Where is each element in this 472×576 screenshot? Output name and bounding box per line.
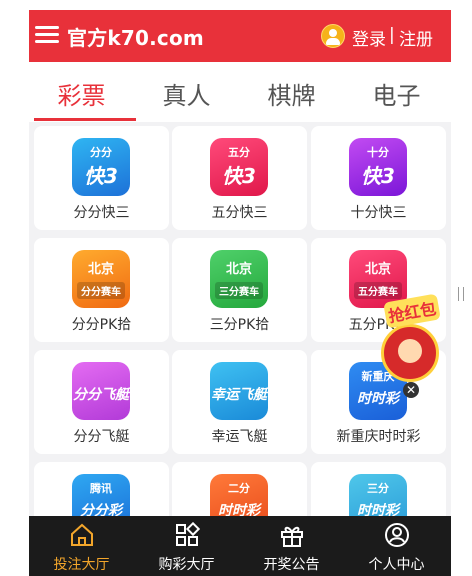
icon-text: 五分	[228, 146, 250, 159]
icon-text: 北京	[87, 262, 114, 277]
pk10-game-icon: 北京 三分赛车	[210, 250, 268, 308]
close-icon[interactable]: ✕	[403, 382, 419, 398]
app-frame: 官方k70.com 登录 | 注册 彩票 真人 棋牌 电子 分分 快3 分分快三…	[29, 10, 451, 576]
nav-label: 购彩大厅	[158, 557, 215, 573]
icon-text: 五分赛车	[354, 282, 402, 299]
menu-icon[interactable]	[35, 26, 59, 44]
tab-live[interactable]: 真人	[134, 76, 239, 111]
user-icon	[385, 523, 409, 547]
red-envelope-promo[interactable]: 抢红包 ✕	[371, 293, 451, 402]
game-card[interactable]: 北京 分分赛车 分分PK拾	[34, 238, 169, 342]
game-label: 十分快三	[350, 205, 407, 221]
home-icon	[71, 523, 93, 546]
icon-text: 二分	[228, 482, 250, 495]
user-avatar-icon[interactable]	[321, 24, 345, 48]
icon-text: 幸运飞艇	[211, 387, 267, 403]
login-link[interactable]: 登录	[352, 25, 386, 50]
site-title: 官方k70.com	[67, 26, 204, 50]
bottom-navigation: 投注大厅 购彩大厅 开奖公告 个人中心	[29, 516, 451, 576]
k3-game-icon: 分分 快3	[72, 138, 130, 196]
icon-text: 分分赛车	[77, 282, 125, 299]
pk10-game-icon: 北京 分分赛车	[72, 250, 130, 308]
tab-electronic[interactable]: 电子	[344, 76, 449, 111]
game-label: 分分飞艇	[73, 429, 130, 445]
game-card[interactable]: 十分 快3 十分快三	[311, 126, 446, 230]
game-label: 五分快三	[211, 205, 268, 221]
icon-text: 十分	[367, 146, 389, 159]
game-label: 分分快三	[73, 205, 130, 221]
icon-text: 三分	[367, 482, 389, 495]
game-card[interactable]: 分分 快3 分分快三	[34, 126, 169, 230]
grid-icon	[176, 522, 200, 546]
icon-text: 快3	[222, 164, 256, 188]
game-card[interactable]: 北京 三分赛车 三分PK拾	[172, 238, 307, 342]
register-link[interactable]: 注册	[399, 25, 433, 50]
login-register-separator: |	[389, 25, 395, 45]
game-label: 幸运飞艇	[211, 429, 268, 445]
nav-label: 投注大厅	[53, 557, 110, 573]
icon-text: 快3	[84, 164, 118, 188]
boat-game-icon: 分分飞艇	[72, 362, 130, 420]
resize-handle[interactable]	[458, 287, 464, 301]
game-label: 新重庆时时彩	[336, 429, 421, 445]
boat-game-icon: 幸运飞艇	[210, 362, 268, 420]
icon-text: 北京	[364, 262, 391, 277]
k3-game-icon: 五分 快3	[210, 138, 268, 196]
nav-lottery-hall[interactable]: 购彩大厅	[134, 516, 239, 576]
nav-draw-results[interactable]: 开奖公告	[239, 516, 344, 576]
tab-chess-cards[interactable]: 棋牌	[239, 76, 344, 111]
game-card[interactable]: 分分飞艇 分分飞艇	[34, 350, 169, 454]
icon-text: 分分	[90, 146, 112, 159]
icon-text: 分分飞艇	[73, 387, 129, 403]
icon-text: 北京	[225, 262, 252, 277]
nav-personal-center[interactable]: 个人中心	[344, 516, 449, 576]
category-tabs: 彩票 真人 棋牌 电子	[29, 62, 451, 122]
icon-text: 三分赛车	[215, 282, 263, 299]
k3-game-icon: 十分 快3	[349, 138, 407, 196]
game-label: 三分PK拾	[209, 317, 270, 333]
icon-text: 腾讯	[90, 482, 112, 495]
gift-icon	[281, 526, 303, 547]
nav-label: 开奖公告	[263, 557, 320, 573]
game-card[interactable]: 幸运飞艇 幸运飞艇	[172, 350, 307, 454]
face-icon	[398, 339, 422, 363]
god-of-wealth-icon	[381, 324, 439, 382]
header-bar: 官方k70.com 登录 | 注册	[29, 10, 451, 62]
nav-label: 个人中心	[368, 557, 425, 573]
nav-betting-hall[interactable]: 投注大厅	[29, 516, 134, 576]
promo-label: 抢红包	[383, 293, 441, 329]
game-label: 分分PK拾	[71, 317, 132, 333]
tab-lottery[interactable]: 彩票	[29, 76, 134, 111]
icon-text: 快3	[361, 164, 395, 188]
active-tab-indicator	[34, 118, 136, 121]
game-card[interactable]: 五分 快3 五分快三	[172, 126, 307, 230]
